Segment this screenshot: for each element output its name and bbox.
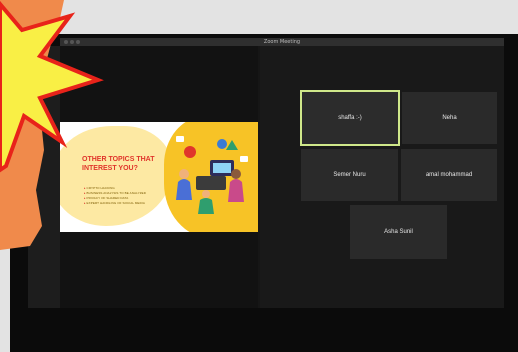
starburst-callout-sticker: [0, 0, 104, 250]
participant-name: Semer Nuru: [333, 172, 366, 178]
participant-tile[interactable]: shaffa :-): [300, 90, 400, 146]
participant-name: amal mohammad: [425, 172, 473, 178]
participant-tile[interactable]: amal mohammad: [401, 149, 497, 201]
window-title: Zoom Meeting: [263, 39, 301, 45]
people-with-devices-illustration: [176, 136, 248, 214]
participant-tile[interactable]: Neha: [402, 92, 497, 144]
participant-name: Asha Sunil: [384, 229, 413, 235]
participant-tile[interactable]: Semer Nuru: [301, 149, 398, 201]
participant-name: shaffa :-): [338, 115, 362, 121]
participant-tile[interactable]: Asha Sunil: [350, 205, 447, 259]
participant-name: Neha: [442, 115, 457, 121]
